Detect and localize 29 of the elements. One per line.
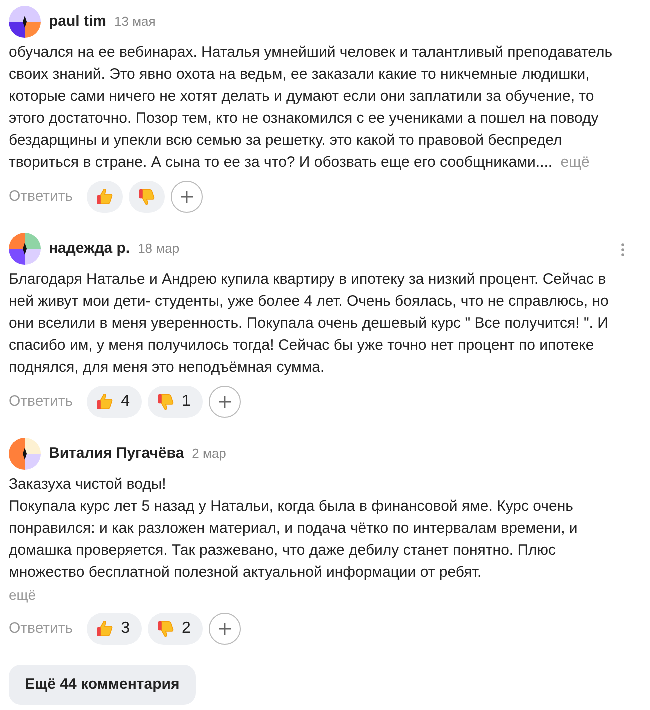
thumbs-down-icon	[156, 619, 176, 639]
dislike-button[interactable]: 1	[148, 386, 203, 418]
like-button[interactable]: 3	[87, 613, 142, 645]
comment-date: 2 мар	[192, 445, 226, 464]
comment-text: обучался на ее вебинарах. Наталья умнейший человек и талантливый преподаватель своих знаний. Это явно охота на ведьм, ее заказали какие то никчемные людишки, которые сами ничего не хотят делать и думают если они заплатили за обучение, то этого достаточно. Позор тем, кто не ознакомился с ее учениками а пошел на поводу бездарщины и упекли всю семью за решетку. это какой то правовой беспредел твориться в стране. А сына то ее за что? И обозвать еще его сообщниками.... ещё	[9, 43, 614, 173]
author-name[interactable]: paul tim	[49, 10, 107, 34]
thumbs-up-icon	[95, 392, 116, 412]
thumbs-up-icon	[95, 187, 116, 207]
like-button[interactable]	[87, 181, 124, 213]
author-name[interactable]: надежда р.	[49, 238, 130, 260]
author-name[interactable]: Виталия Пугачёва	[49, 442, 184, 466]
like-button[interactable]: 4	[87, 386, 142, 418]
more-menu-icon[interactable]	[621, 243, 625, 257]
dislike-button[interactable]: 2	[148, 613, 203, 645]
add-reaction-button[interactable]	[208, 613, 241, 645]
dislike-button[interactable]	[129, 181, 166, 213]
comment-text: Благодаря Наталье и Андрею купила квартиру в ипотеку за низкий процент. Сейчас в ней живут мои дети- студенты, уже более 4 лет. Очень боялась, что не справлюсь, но они вселили в меня уверенность. Покупала очень дешевый курс " Все получится! ". И спасибо им, у меня получилось тогда! Сейчас бы уже точно нет процент по ипотеке поднялся, для меня это неподъёмная сумма.	[9, 270, 610, 378]
thumbs-up-icon	[95, 619, 116, 639]
plus-icon	[180, 190, 194, 204]
plus-icon	[218, 395, 232, 409]
thumbs-down-icon	[137, 187, 158, 207]
thumbs-down-icon	[156, 392, 176, 412]
load-more-button[interactable]: Ещё 44 комментария	[9, 665, 196, 705]
plus-icon	[218, 622, 232, 636]
comment-date: 18 мар	[138, 240, 180, 258]
add-reaction-button[interactable]	[208, 386, 241, 418]
comment-date: 13 мая	[114, 13, 156, 32]
comment-text: Заказуха чистой воды! Покупала курс лет 5 назад у Натальи, когда была в финансовой яме. Курс очень понравился: и как разложен материал, и подача чётко по интервалам времени, и домашка проверяется. Так разжевано, что даже дебилу станет понятно. Плюс множество бесплатной полезной актуальной информации от ребят.	[9, 475, 579, 583]
add-reaction-button[interactable]	[171, 181, 204, 213]
